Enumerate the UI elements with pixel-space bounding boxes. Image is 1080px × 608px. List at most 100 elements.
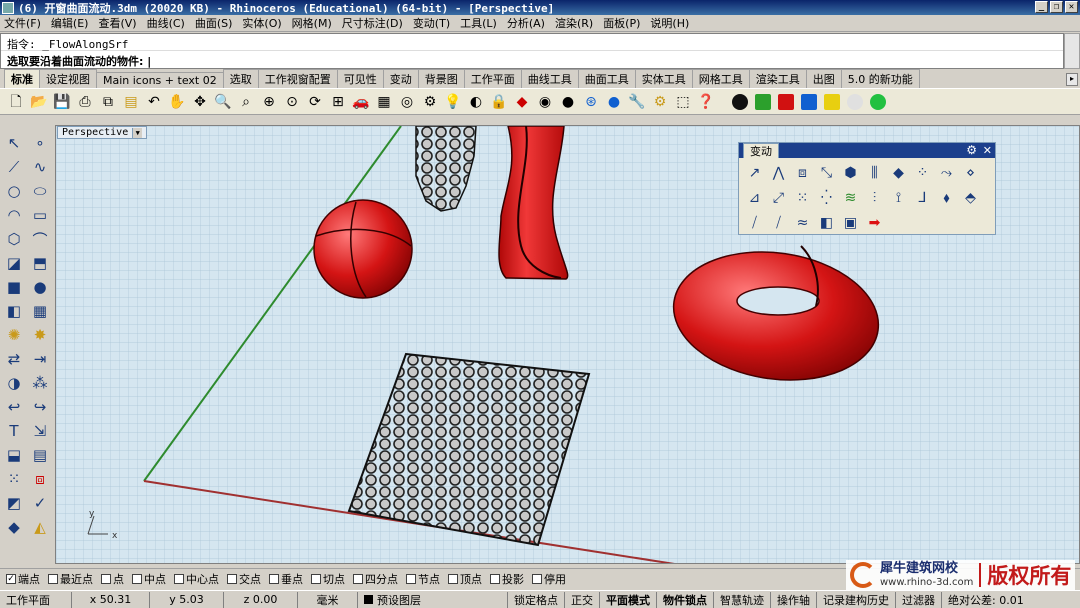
rotate-view-icon[interactable]: ✥ <box>190 92 210 112</box>
zoom-selected-icon[interactable]: ⊙ <box>282 92 302 112</box>
checkbox-icon[interactable] <box>227 573 237 584</box>
print-icon[interactable]: ⎙ <box>75 92 95 112</box>
mirror-icon[interactable]: ⫼ <box>863 161 886 185</box>
spark-icon[interactable]: ✸ <box>28 324 52 346</box>
box-icon[interactable]: ■ <box>2 276 26 298</box>
menu-render[interactable]: 渲染(R) <box>555 15 593 31</box>
status-layer[interactable]: 预设图层 <box>358 591 508 608</box>
tab-drafting[interactable]: 出图 <box>805 69 842 88</box>
blue-material-icon[interactable] <box>799 92 819 112</box>
paint-icon[interactable]: ◭ <box>28 516 52 538</box>
green-ball-icon[interactable] <box>868 92 888 112</box>
menu-view[interactable]: 查看(V) <box>98 15 136 31</box>
checkbox-icon[interactable] <box>353 573 363 584</box>
status-planar[interactable]: 平面模式 <box>600 591 657 608</box>
hatch-icon[interactable]: ▤ <box>28 444 52 466</box>
select-arrow-icon[interactable]: ↖ <box>2 132 26 154</box>
osnap-disable[interactable]: 停用 <box>532 571 566 587</box>
transform-panel-tab[interactable]: 变动 <box>743 143 779 158</box>
tab-viewport-layout[interactable]: 工作视窗配置 <box>257 69 338 88</box>
paste-icon[interactable]: ▤ <box>121 92 141 112</box>
tab-new-in-v5[interactable]: 5.0 的新功能 <box>840 69 920 88</box>
osnap-project[interactable]: 投影 <box>490 571 524 587</box>
explode-icon[interactable]: ⁂ <box>28 372 52 394</box>
menu-solid[interactable]: 实体(O) <box>242 15 281 31</box>
tab-render-tools[interactable]: 渲染工具 <box>748 69 807 88</box>
polar-array-icon[interactable]: ⁛ <box>815 186 838 210</box>
osnap-vertex[interactable]: 顶点 <box>448 571 482 587</box>
status-cplane[interactable]: 工作平面 <box>0 591 72 608</box>
osnap-point[interactable]: 点 <box>101 571 124 587</box>
osnap-tangent[interactable]: 切点 <box>311 571 345 587</box>
save-icon[interactable]: 💾 <box>52 92 72 112</box>
checkbox-icon[interactable] <box>448 573 458 584</box>
menu-dimension[interactable]: 尺寸标注(D) <box>342 15 403 31</box>
checkbox-icon[interactable]: ✓ <box>6 573 16 584</box>
box-edit-icon[interactable]: ⬢ <box>839 161 862 185</box>
color-wheel-icon[interactable]: ◉ <box>535 92 555 112</box>
extrude-icon[interactable]: ⬒ <box>28 252 52 274</box>
polygon-icon[interactable]: ⬡ <box>2 228 26 250</box>
panel-close-icon[interactable]: ✕ <box>983 144 992 157</box>
status-smarttrack[interactable]: 智慧轨迹 <box>714 591 771 608</box>
white-ball-icon[interactable] <box>845 92 865 112</box>
gear-icon[interactable]: ⚙ <box>650 92 670 112</box>
flow-along-surface-icon[interactable]: ⧸ <box>743 211 766 235</box>
align-icon[interactable]: ⤢ <box>767 186 790 210</box>
taper-icon[interactable]: ⟟ <box>887 186 910 210</box>
stretch-icon[interactable]: ⇥ <box>28 348 52 370</box>
lock-icon[interactable]: 🔒 <box>489 92 509 112</box>
smash-icon[interactable]: ⧸ <box>767 211 790 235</box>
status-ortho[interactable]: 正交 <box>565 591 600 608</box>
green-material-icon[interactable] <box>753 92 773 112</box>
light-bulb-icon[interactable]: ✺ <box>2 324 26 346</box>
osnap-mid[interactable]: 中点 <box>132 571 166 587</box>
tab-set-view[interactable]: 设定视图 <box>39 69 97 88</box>
checkbox-icon[interactable] <box>101 573 111 584</box>
polyline-icon[interactable]: ⟋ <box>2 156 26 178</box>
transform-panel-titlebar[interactable]: 变动 ⚙ ✕ <box>739 143 995 158</box>
array-icon[interactable]: ⁙ <box>791 186 814 210</box>
hide-icon[interactable]: ◐ <box>466 92 486 112</box>
options-icon[interactable]: ⚙ <box>420 92 440 112</box>
osnap-end[interactable]: ✓ 端点 <box>6 571 40 587</box>
menu-curve[interactable]: 曲线(C) <box>147 15 185 31</box>
tab-main-icons[interactable]: Main icons + text 02 <box>96 72 224 88</box>
osnap-perp[interactable]: 垂点 <box>269 571 303 587</box>
layer-icon[interactable]: ◆ <box>512 92 532 112</box>
material-icon[interactable]: ● <box>558 92 578 112</box>
cage-edit-icon[interactable]: ⁘ <box>911 161 934 185</box>
move-icon[interactable]: ⇄ <box>2 348 26 370</box>
menu-mesh[interactable]: 网格(M) <box>292 15 332 31</box>
status-grid-snap[interactable]: 锁定格点 <box>508 591 565 608</box>
offset-icon[interactable]: ↪ <box>28 396 52 418</box>
copy-icon[interactable]: ⧉ <box>98 92 118 112</box>
menu-panels[interactable]: 面板(P) <box>603 15 640 31</box>
checkbox-icon[interactable] <box>48 573 58 584</box>
copy-icon[interactable]: ⋀ <box>767 161 790 185</box>
osnap-quad[interactable]: 四分点 <box>353 571 398 587</box>
array-icon[interactable]: ⁙ <box>2 468 26 490</box>
split-icon[interactable]: ◑ <box>2 372 26 394</box>
fillet-icon[interactable]: ↩ <box>2 396 26 418</box>
sphere-icon[interactable]: ● <box>28 276 52 298</box>
menu-help[interactable]: 说明(H) <box>650 15 689 31</box>
bend-icon[interactable]: ⫶ <box>863 186 886 210</box>
solid-edit-icon[interactable]: ⬓ <box>2 444 26 466</box>
zoom-icon[interactable]: 🔍 <box>213 92 233 112</box>
tab-cplanes[interactable]: 工作平面 <box>463 69 522 88</box>
checkbox-icon[interactable] <box>532 573 542 584</box>
red-arrow-icon[interactable]: ➡ <box>863 211 886 235</box>
tab-surface-tools[interactable]: 曲面工具 <box>577 69 636 88</box>
tab-select[interactable]: 选取 <box>222 69 259 88</box>
menu-tools[interactable]: 工具(L) <box>460 15 497 31</box>
car-icon[interactable]: 🚗 <box>351 92 371 112</box>
cplane-icon[interactable]: ◎ <box>397 92 417 112</box>
maelstrom-icon[interactable]: ⬘ <box>959 186 982 210</box>
status-filter[interactable]: 过滤器 <box>896 591 942 608</box>
shear-icon[interactable]: ⊿ <box>743 186 766 210</box>
circle-icon[interactable]: ○ <box>2 180 26 202</box>
question-icon[interactable]: ❓ <box>696 92 716 112</box>
tab-transform[interactable]: 变动 <box>382 69 419 88</box>
red-sphere[interactable] <box>313 199 413 299</box>
